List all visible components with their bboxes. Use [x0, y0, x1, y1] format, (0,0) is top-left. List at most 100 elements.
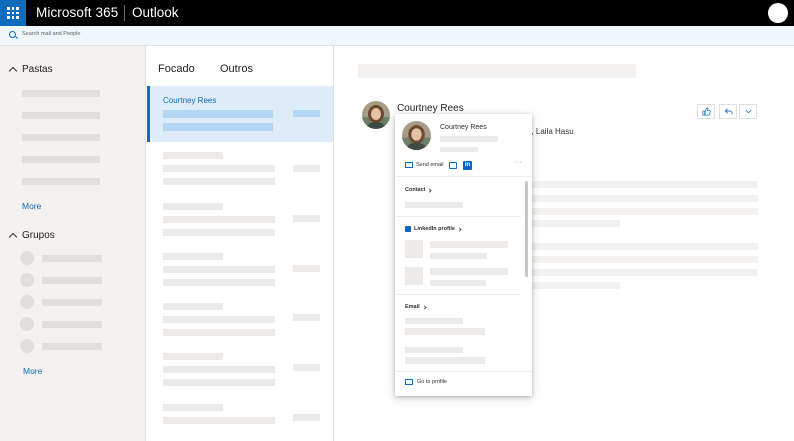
body-placeholder: [520, 220, 620, 227]
linkedin-icon: [405, 226, 411, 232]
body-placeholder: [520, 243, 758, 250]
email-section-label: Email: [405, 304, 420, 310]
group-placeholder: [42, 343, 102, 350]
email-placeholder: [405, 328, 485, 335]
send-email-button[interactable]: Send email: [405, 162, 444, 168]
tab-focused[interactable]: Focado: [158, 63, 195, 75]
groups-header[interactable]: Grupos: [8, 230, 55, 242]
folder-placeholder: [22, 134, 100, 141]
chevron-right-icon: [427, 187, 433, 193]
chevron-right-icon: [457, 226, 462, 232]
list-item: [163, 279, 275, 286]
list-item: [163, 165, 275, 172]
linkedin-section-label: LinkedIn profile: [414, 226, 455, 232]
email-placeholder: [405, 318, 463, 324]
subject-placeholder: [358, 64, 636, 78]
linkedin-section-header[interactable]: LinkedIn profile: [405, 226, 462, 232]
chevron-up-icon: [8, 232, 18, 242]
reply-icon: [724, 108, 733, 115]
go-to-profile-link[interactable]: Go to profile: [405, 379, 447, 385]
linkedin-placeholder: [430, 241, 508, 248]
list-item: [163, 152, 223, 159]
chevron-up-icon: [8, 66, 18, 76]
list-item: [163, 366, 275, 373]
body-placeholder: [520, 208, 758, 215]
like-button[interactable]: [697, 104, 715, 119]
group-placeholder: [42, 299, 102, 306]
group-avatar-placeholder: [20, 339, 34, 353]
folder-placeholder: [22, 178, 100, 185]
left-nav: [0, 46, 146, 441]
mail-icon: [405, 162, 413, 168]
job-title-placeholder: [440, 136, 498, 142]
folder-placeholder: [22, 156, 100, 163]
list-item: [163, 417, 275, 424]
folder-placeholder: [22, 90, 100, 97]
linkedin-image-placeholder: [405, 240, 423, 258]
account-avatar[interactable]: [768, 3, 788, 23]
group-placeholder: [42, 321, 102, 328]
reply-button[interactable]: [719, 104, 737, 119]
group-avatar-placeholder: [20, 273, 34, 287]
search-input[interactable]: Search mail and People: [22, 31, 80, 37]
card-scrollbar[interactable]: [525, 181, 528, 277]
chevron-right-icon: [422, 304, 427, 310]
department-placeholder: [440, 147, 478, 152]
card-divider: [396, 294, 521, 295]
list-item: [293, 165, 320, 172]
list-item: [293, 215, 320, 222]
linkedin-placeholder: [430, 280, 486, 286]
group-avatar-placeholder: [20, 295, 34, 309]
chat-icon[interactable]: [449, 162, 457, 169]
list-item: [163, 404, 223, 411]
tab-other[interactable]: Outros: [220, 63, 253, 75]
brand-title[interactable]: Microsoft 365: [36, 5, 118, 20]
list-item: [163, 216, 275, 223]
search-icon[interactable]: [9, 31, 16, 38]
more-options-icon[interactable]: ···: [514, 159, 523, 166]
subject-placeholder: [163, 110, 273, 118]
linkedin-icon[interactable]: in: [463, 161, 472, 170]
list-item: [163, 379, 275, 386]
top-bar: [0, 0, 794, 26]
card-divider: [396, 176, 531, 177]
list-item: [163, 303, 223, 310]
card-divider: [396, 216, 521, 217]
folders-more-link[interactable]: More: [22, 201, 41, 211]
go-to-profile-label: Go to profile: [417, 379, 447, 385]
body-placeholder: [520, 181, 758, 188]
email-placeholder: [405, 347, 463, 353]
search-bar[interactable]: [0, 26, 794, 46]
list-item: [163, 353, 223, 360]
linkedin-image-placeholder: [405, 267, 423, 285]
list-item: [163, 203, 223, 210]
sender-avatar[interactable]: [362, 101, 390, 129]
send-email-label: Send email: [416, 162, 444, 168]
groups-more-link[interactable]: More: [23, 366, 42, 376]
list-item: [163, 329, 275, 336]
folder-placeholder: [22, 112, 100, 119]
recipients-text: n, Laila Hasu: [527, 127, 574, 136]
profile-card-avatar[interactable]: [402, 121, 431, 150]
date-placeholder: [293, 110, 320, 117]
list-item: [163, 316, 275, 323]
profile-icon: [405, 379, 413, 385]
more-actions-button[interactable]: [739, 104, 757, 119]
message-sender: Courtney Rees: [163, 96, 217, 105]
linkedin-placeholder: [430, 253, 486, 259]
thumbs-up-icon: [702, 107, 711, 116]
email-section-header[interactable]: Email: [405, 304, 427, 310]
linkedin-placeholder: [430, 268, 508, 275]
body-placeholder: [520, 256, 758, 263]
contact-section-header[interactable]: Contact: [405, 187, 433, 193]
body-placeholder: [520, 195, 758, 202]
folders-header[interactable]: Pastas: [8, 64, 53, 76]
sender-name[interactable]: Courtney Rees: [397, 103, 464, 114]
app-name[interactable]: Outlook: [132, 5, 179, 20]
app-launcher-icon[interactable]: [0, 0, 26, 26]
list-item: [163, 266, 275, 273]
group-avatar-placeholder: [20, 251, 34, 265]
contact-placeholder: [405, 202, 463, 208]
preview-placeholder: [163, 123, 273, 131]
body-placeholder: [520, 282, 620, 289]
